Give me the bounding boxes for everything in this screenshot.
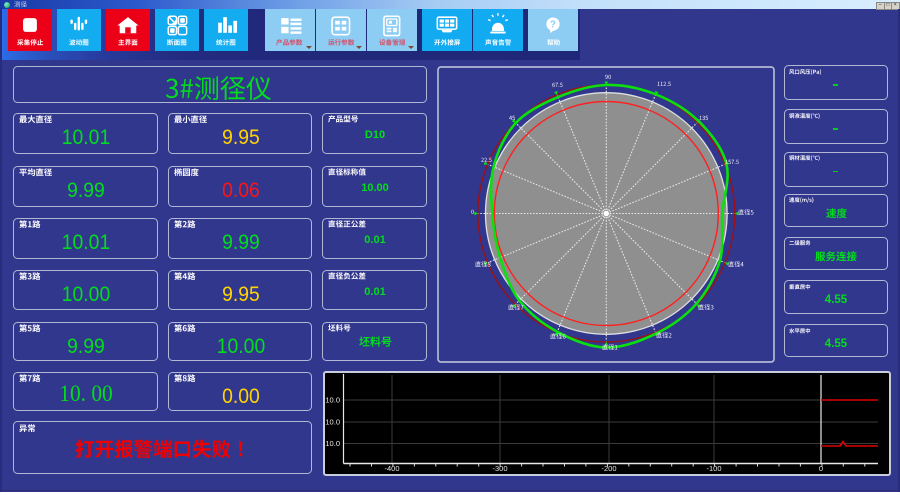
svg-text:10.0: 10.0: [325, 439, 340, 448]
svg-text:-200: -200: [601, 464, 616, 473]
svg-text:10.0: 10.0: [325, 396, 340, 405]
svg-text:0: 0: [819, 464, 823, 473]
svg-text:-400: -400: [384, 464, 399, 473]
svg-text:10.0: 10.0: [325, 418, 340, 427]
svg-text:-300: -300: [492, 464, 507, 473]
svg-text:-100: -100: [706, 464, 721, 473]
svg-text:?: ?: [550, 19, 556, 30]
